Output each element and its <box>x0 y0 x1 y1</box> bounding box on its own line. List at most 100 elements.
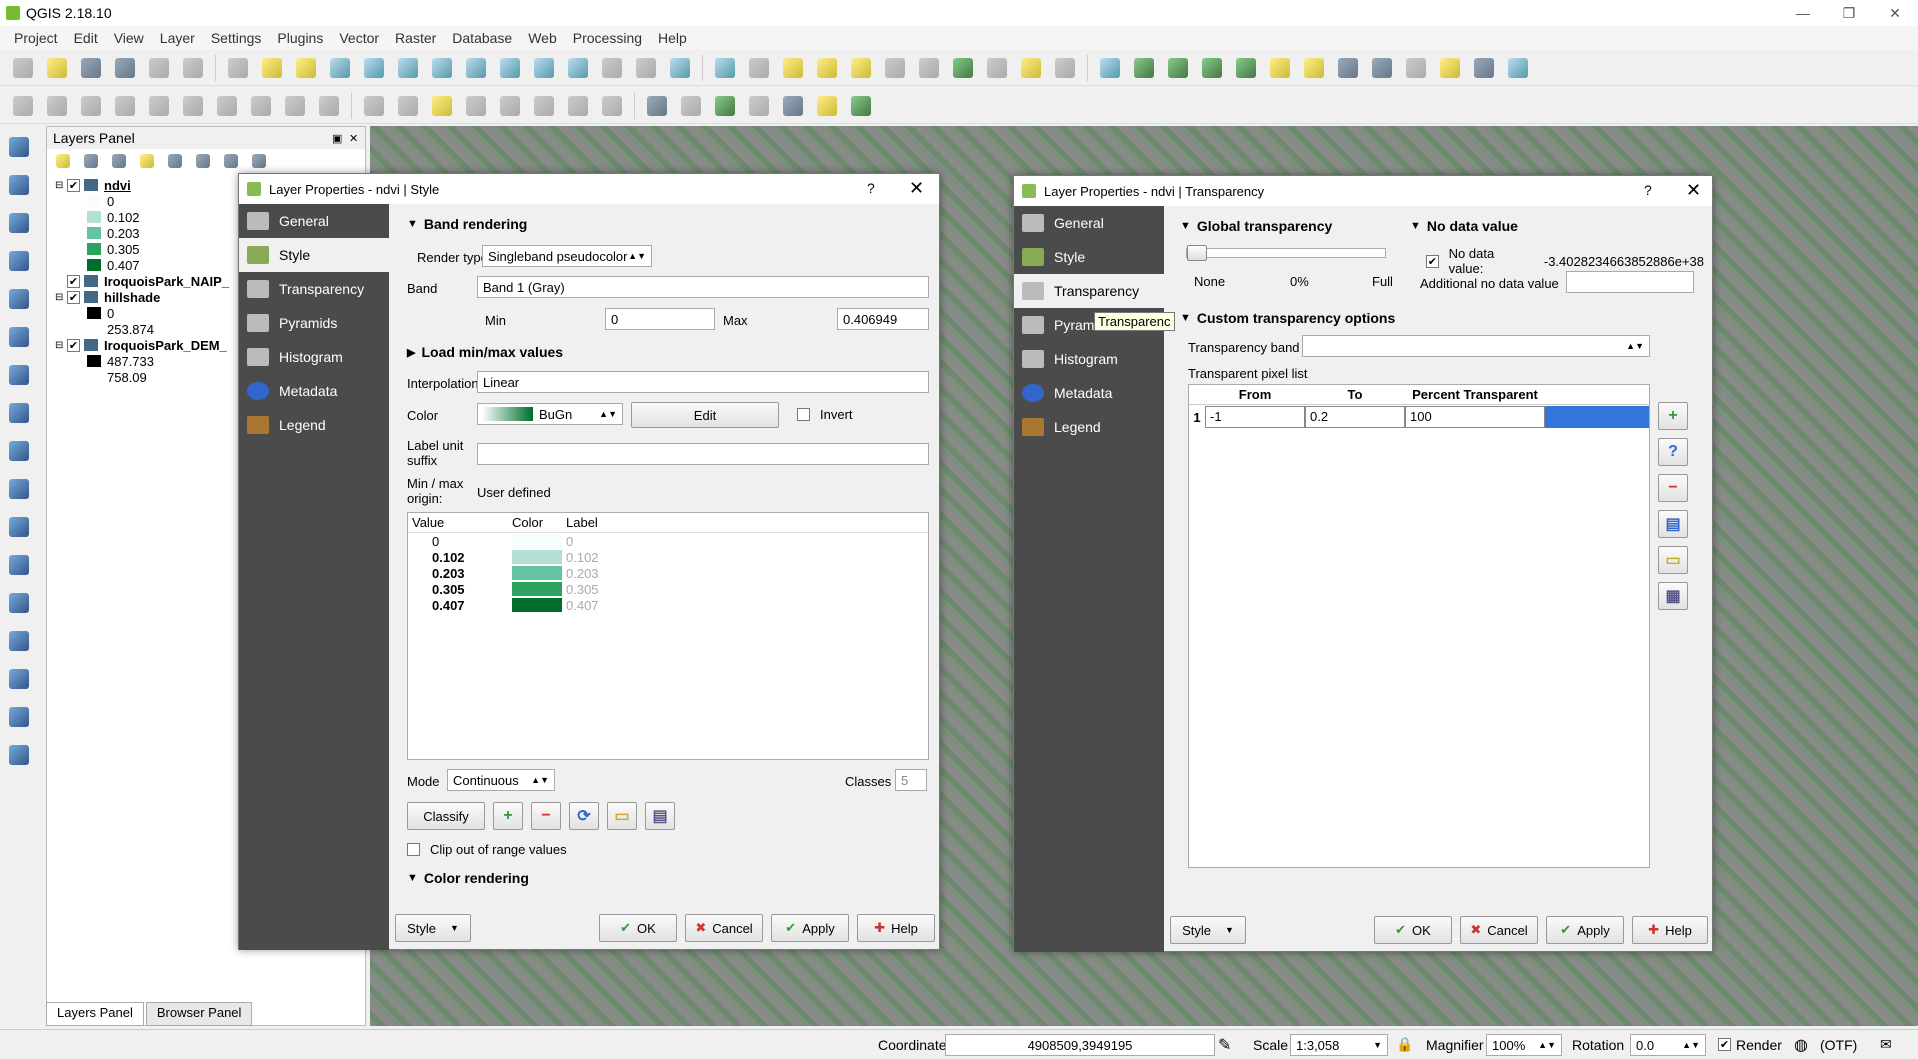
help-button[interactable]: ✚ Help <box>1632 916 1708 944</box>
ok-button[interactable]: ✔ OK <box>1374 916 1452 944</box>
menu-settings[interactable]: Settings <box>203 30 270 46</box>
zoom-last-icon[interactable] <box>529 53 559 83</box>
min-input[interactable]: 0 <box>605 308 715 330</box>
action-icon[interactable] <box>744 53 774 83</box>
zoom-native-icon[interactable] <box>393 53 423 83</box>
coordinate-capture-icon[interactable] <box>4 664 34 694</box>
class-row[interactable]: 0.305 0.305 <box>408 581 928 597</box>
to-cell[interactable]: 0.2 <box>1305 406 1405 428</box>
zoom-selection-icon[interactable] <box>461 53 491 83</box>
pin-icon[interactable] <box>1435 53 1465 83</box>
zoom-in-icon[interactable] <box>325 53 355 83</box>
add-wfs-icon[interactable] <box>676 91 706 121</box>
nav-histogram[interactable]: Histogram <box>1014 342 1164 376</box>
toggle-editing-icon[interactable] <box>42 91 72 121</box>
tab-layers-panel[interactable]: Layers Panel <box>46 1002 144 1026</box>
zoom-next-icon[interactable] <box>563 53 593 83</box>
graph-icon[interactable] <box>1503 53 1533 83</box>
crs-label[interactable]: (OTF) <box>1820 1037 1857 1053</box>
coordinate-input[interactable]: 4908509,3949195 <box>945 1034 1215 1056</box>
nav-transparency[interactable]: Transparency <box>1014 274 1164 308</box>
menu-layer[interactable]: Layer <box>152 30 203 46</box>
new-spatialite-icon[interactable] <box>4 474 34 504</box>
class-row[interactable]: 0.102 0.102 <box>408 549 928 565</box>
rotate-label-icon[interactable] <box>563 91 593 121</box>
label-icon[interactable] <box>359 91 389 121</box>
filter-expression-icon[interactable] <box>165 146 185 176</box>
minimize-button[interactable]: — <box>1780 0 1826 26</box>
menu-web[interactable]: Web <box>520 30 565 46</box>
node-tool-icon[interactable] <box>178 91 208 121</box>
abc-highlight-icon[interactable] <box>427 91 457 121</box>
move-feature-icon[interactable] <box>144 91 174 121</box>
crs-globe-icon[interactable]: ◍ <box>1794 1035 1808 1055</box>
lock-icon[interactable]: 🔒 <box>1396 1036 1413 1053</box>
close-icon[interactable]: ✕ <box>1686 180 1701 201</box>
help-button[interactable]: ✚ Help <box>857 914 935 942</box>
change-label-icon[interactable] <box>597 91 627 121</box>
add-wcs-icon[interactable] <box>4 360 34 390</box>
render-checkbox[interactable]: ✔ <box>1718 1038 1731 1051</box>
show-bookmarks-icon[interactable] <box>631 53 661 83</box>
statistics-sigma-icon[interactable] <box>948 53 978 83</box>
render-type-select[interactable]: Singleband pseudocolor ▲▼ <box>482 245 652 267</box>
classify-button[interactable]: Classify <box>407 802 485 830</box>
global-transparency-header[interactable]: ▼ Global transparency <box>1180 218 1332 234</box>
additional-no-data-input[interactable] <box>1566 271 1694 293</box>
grid-icon[interactable] <box>1401 53 1431 83</box>
nav-metadata[interactable]: Metadata <box>239 374 389 408</box>
add-group-icon[interactable] <box>81 146 101 176</box>
nav-legend[interactable]: Legend <box>239 408 389 442</box>
layer-labeling-icon[interactable] <box>393 91 423 121</box>
menu-vector[interactable]: Vector <box>331 30 387 46</box>
show-hide-labels-icon[interactable] <box>495 91 525 121</box>
add-row-icon[interactable]: + <box>1658 402 1688 430</box>
remove-row-icon[interactable]: − <box>1658 474 1688 502</box>
class-color[interactable] <box>512 598 562 612</box>
scale-select[interactable]: 1:3,058 ▼ <box>1290 1034 1388 1056</box>
add-class-icon[interactable]: + <box>493 802 523 830</box>
invert-option[interactable]: Invert <box>797 407 853 422</box>
classes-spinbox[interactable]: 5 <box>895 769 927 791</box>
attribute-table-icon[interactable] <box>880 53 910 83</box>
sun-icon[interactable] <box>1265 53 1295 83</box>
layer-visibility-checkbox[interactable]: ✔ <box>67 178 80 192</box>
geometry-checker-icon[interactable] <box>4 740 34 770</box>
from-cell[interactable]: -1 <box>1205 406 1305 428</box>
zoom-full-icon[interactable] <box>427 53 457 83</box>
add-vector-icon[interactable] <box>4 132 34 162</box>
nav-pyramids[interactable]: Pyramids <box>239 306 389 340</box>
new-print-composer-icon[interactable] <box>144 53 174 83</box>
remove-layer-icon[interactable] <box>249 146 269 176</box>
composer-manager-icon[interactable] <box>178 53 208 83</box>
text-annotation-icon[interactable] <box>1050 53 1080 83</box>
layer-visibility-checkbox[interactable]: ✔ <box>67 338 80 352</box>
no-data-checkbox[interactable]: ✔ <box>1426 254 1439 268</box>
cancel-button[interactable]: ✖ Cancel <box>1460 916 1538 944</box>
new-project-icon[interactable] <box>8 53 38 83</box>
add-feature-icon[interactable] <box>110 91 140 121</box>
column-header-label[interactable]: Label <box>562 515 598 530</box>
add-postgis-icon[interactable] <box>4 284 34 314</box>
load-colormap-icon[interactable]: ▭ <box>607 802 637 830</box>
add-raster-icon[interactable] <box>4 170 34 200</box>
select-features-icon[interactable] <box>778 53 808 83</box>
cancel-button[interactable]: ✖ Cancel <box>685 914 763 942</box>
remove-class-icon[interactable]: − <box>531 802 561 830</box>
class-color[interactable] <box>512 566 562 580</box>
add-spatialite-icon[interactable] <box>4 246 34 276</box>
copy-icon[interactable] <box>280 91 310 121</box>
plugin-d-icon[interactable] <box>1231 53 1261 83</box>
color-ramp-select[interactable]: BuGn ▲▼ <box>477 403 623 425</box>
add-wms-layer-icon[interactable] <box>4 322 34 352</box>
db-manager-icon[interactable] <box>710 91 740 121</box>
sun-plus-icon[interactable] <box>1299 53 1329 83</box>
pin-labels-icon[interactable] <box>461 91 491 121</box>
help-icon[interactable]: ? <box>1644 182 1652 198</box>
plugin-b-icon[interactable] <box>1163 53 1193 83</box>
class-row[interactable]: 00 <box>408 533 928 549</box>
class-color[interactable] <box>512 550 562 564</box>
nav-general[interactable]: General <box>239 204 389 238</box>
pan-to-selection-icon[interactable] <box>291 53 321 83</box>
load-minmax-header[interactable]: ▶ Load min/max values <box>407 344 563 360</box>
